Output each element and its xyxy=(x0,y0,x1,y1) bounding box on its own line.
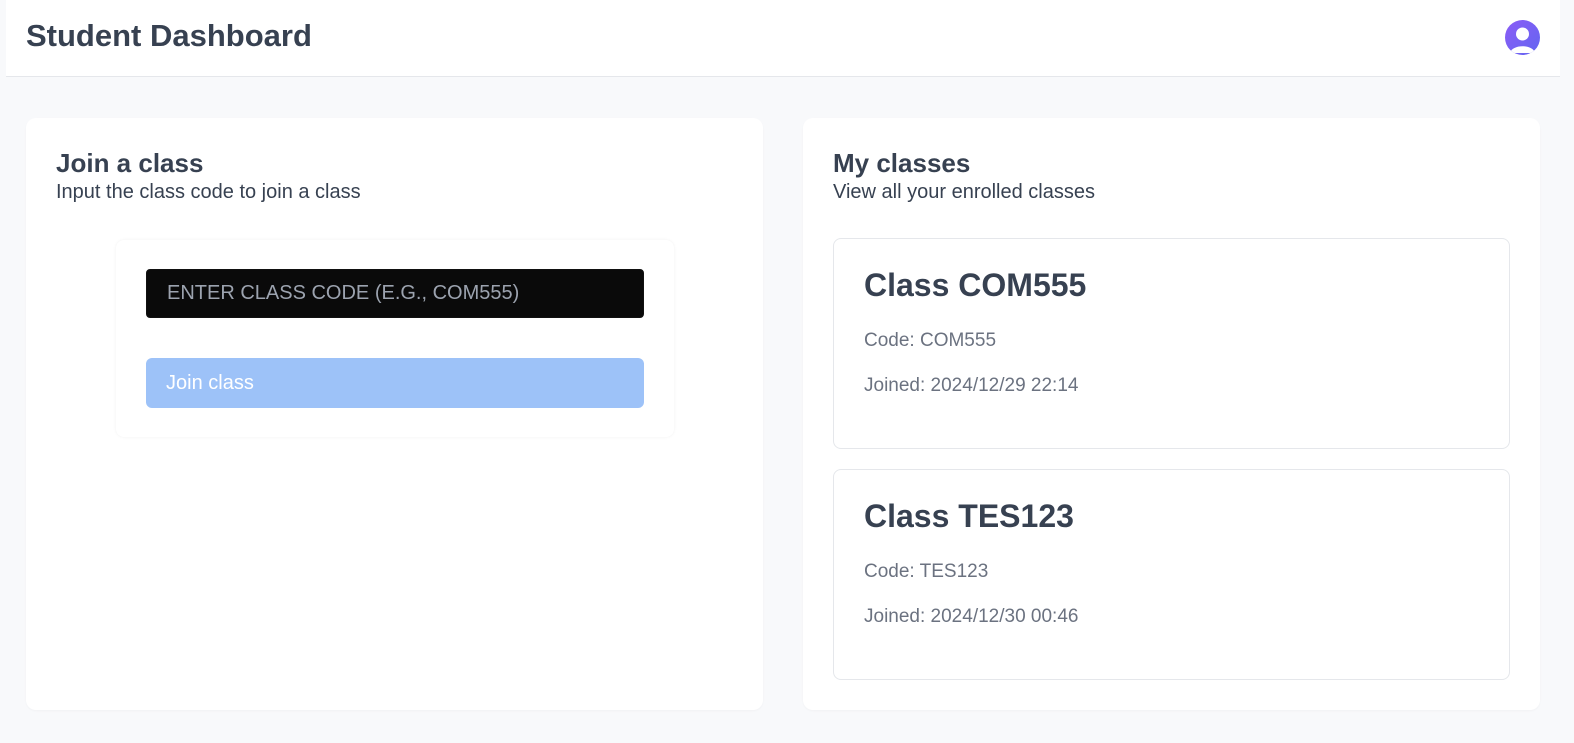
my-classes-card: My classes View all your enrolled classe… xyxy=(803,118,1540,710)
class-name: Class COM555 xyxy=(864,267,1087,303)
my-classes-title: My classes xyxy=(833,148,971,178)
class-code-input[interactable] xyxy=(146,269,644,318)
class-joined-date: Joined: 2024/12/30 00:46 xyxy=(864,606,1079,627)
page-title: Student Dashboard xyxy=(26,18,312,53)
join-class-button[interactable]: Join class xyxy=(146,358,644,408)
person-icon xyxy=(1510,27,1535,53)
class-code: Code: COM555 xyxy=(864,330,997,351)
class-card[interactable]: Class TES123 Code: TES123 Joined: 2024/1… xyxy=(833,469,1510,680)
join-class-form: Join class xyxy=(116,240,674,437)
user-avatar-icon[interactable] xyxy=(1505,20,1540,55)
my-classes-subtitle: View all your enrolled classes xyxy=(833,181,1095,203)
join-class-title: Join a class xyxy=(56,148,204,178)
app-header: Student Dashboard xyxy=(6,0,1560,77)
class-name: Class TES123 xyxy=(864,498,1074,534)
join-class-card: Join a class Input the class code to joi… xyxy=(26,118,763,710)
class-joined-date: Joined: 2024/12/29 22:14 xyxy=(864,375,1079,396)
join-class-subtitle: Input the class code to join a class xyxy=(56,181,361,203)
class-code: Code: TES123 xyxy=(864,561,989,582)
class-card[interactable]: Class COM555 Code: COM555 Joined: 2024/1… xyxy=(833,238,1510,449)
